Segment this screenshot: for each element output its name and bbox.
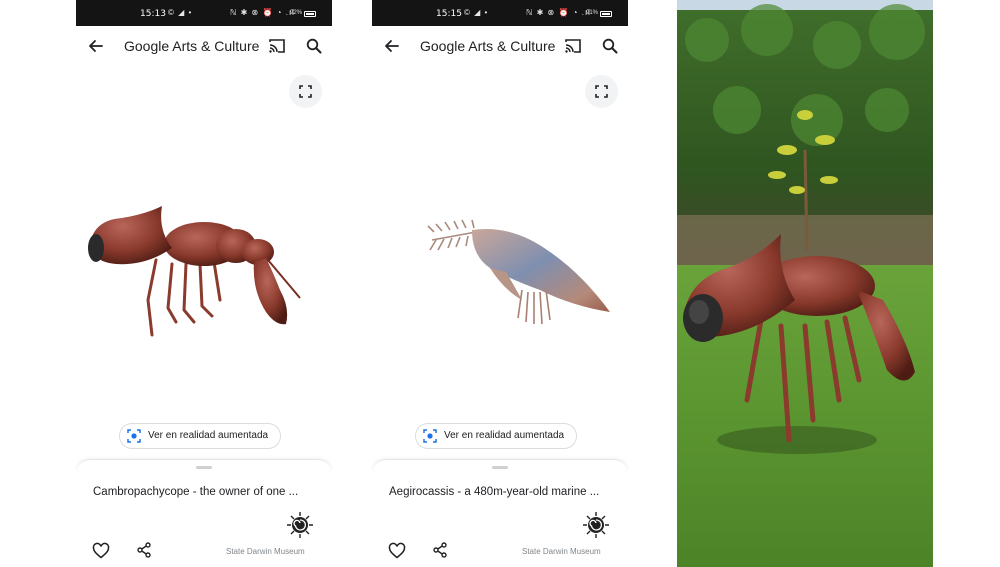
heart-icon[interactable] bbox=[388, 542, 406, 560]
app-title: Google Arts & Culture bbox=[124, 38, 260, 54]
fullscreen-button[interactable] bbox=[585, 75, 618, 108]
battery-percent: 92% bbox=[290, 10, 303, 16]
cast-icon[interactable] bbox=[268, 37, 286, 55]
ar-camera-view bbox=[677, 0, 933, 567]
sheet-drag-handle[interactable] bbox=[492, 466, 508, 469]
ar-button-label: Ver en realidad aumentada bbox=[444, 430, 565, 441]
status-bar: 15:13 © ◢ • ℕ ✱ ⊗ ⏰ ◔ .ıl 92% bbox=[76, 0, 332, 26]
info-bottom-sheet[interactable]: Cambropachycope - the owner of one ... S… bbox=[76, 459, 332, 567]
3d-model-viewer[interactable] bbox=[372, 140, 628, 380]
notification-icons: © ◢ • bbox=[464, 8, 489, 17]
item-title[interactable]: Aegirocassis - a 480m-year-old marine ..… bbox=[389, 486, 615, 498]
cast-icon[interactable] bbox=[564, 37, 582, 55]
share-icon[interactable] bbox=[432, 542, 448, 558]
info-bottom-sheet[interactable]: Aegirocassis - a 480m-year-old marine ..… bbox=[372, 459, 628, 567]
arrow-back-icon[interactable] bbox=[382, 36, 402, 56]
ar-viewer-icon bbox=[423, 429, 437, 443]
museum-name[interactable]: State Darwin Museum bbox=[522, 547, 601, 556]
phone-screen-cambropachycope: 15:13 © ◢ • ℕ ✱ ⊗ ⏰ ◔ .ıl 92% Google Art… bbox=[76, 0, 332, 567]
view-in-ar-button[interactable]: Ver en realidad aumentada bbox=[119, 423, 282, 449]
ar-viewer-icon bbox=[127, 429, 141, 443]
status-time: 15:13 bbox=[140, 9, 166, 19]
fullscreen-icon bbox=[595, 85, 608, 98]
app-bar: Google Arts & Culture bbox=[372, 26, 628, 66]
museum-logo bbox=[583, 512, 609, 538]
battery-icon bbox=[304, 11, 316, 17]
search-icon[interactable] bbox=[601, 37, 619, 55]
search-icon[interactable] bbox=[305, 37, 323, 55]
fullscreen-button[interactable] bbox=[289, 75, 322, 108]
fullscreen-icon bbox=[299, 85, 312, 98]
3d-model-viewer[interactable] bbox=[76, 140, 332, 380]
battery-percent: 91% bbox=[586, 10, 599, 16]
ar-button-label: Ver en realidad aumentada bbox=[148, 430, 269, 441]
status-time: 15:15 bbox=[436, 9, 462, 19]
view-in-ar-button[interactable]: Ver en realidad aumentada bbox=[415, 423, 578, 449]
museum-logo bbox=[287, 512, 313, 538]
item-title[interactable]: Cambropachycope - the owner of one ... bbox=[93, 486, 319, 498]
museum-name[interactable]: State Darwin Museum bbox=[226, 547, 305, 556]
share-icon[interactable] bbox=[136, 542, 152, 558]
notification-icons: © ◢ • bbox=[168, 8, 193, 17]
battery-icon bbox=[600, 11, 612, 17]
sheet-drag-handle[interactable] bbox=[196, 466, 212, 469]
status-bar: 15:15 © ◢ • ℕ ✱ ⊗ ⏰ ◔ .ıl 91% bbox=[372, 0, 628, 26]
system-status-icons: ℕ ✱ ⊗ ⏰ ◔ .ıl bbox=[230, 8, 295, 17]
app-title: Google Arts & Culture bbox=[420, 38, 556, 54]
phone-screen-aegirocassis: 15:15 © ◢ • ℕ ✱ ⊗ ⏰ ◔ .ıl 91% Google Art… bbox=[372, 0, 628, 567]
arrow-back-icon[interactable] bbox=[86, 36, 106, 56]
heart-icon[interactable] bbox=[92, 542, 110, 560]
app-bar: Google Arts & Culture bbox=[76, 26, 332, 66]
system-status-icons: ℕ ✱ ⊗ ⏰ ◔ .ıl bbox=[526, 8, 591, 17]
